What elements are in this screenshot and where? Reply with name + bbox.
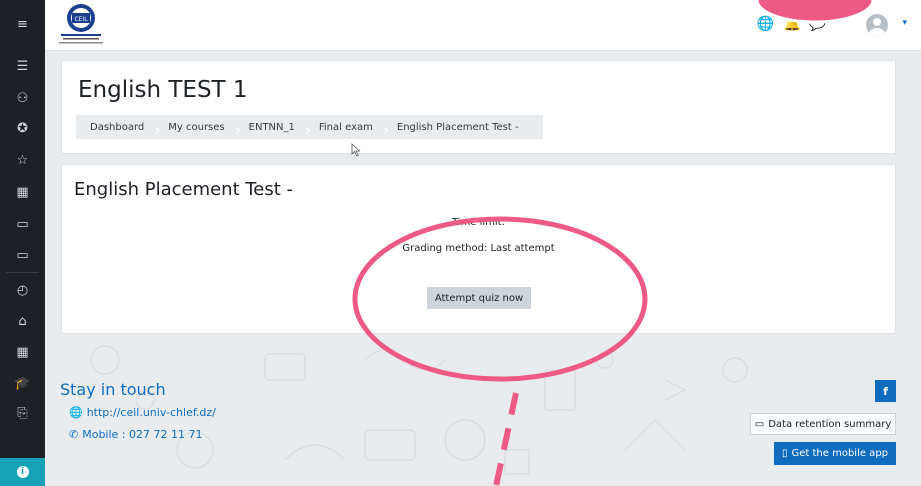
folder-icon-2[interactable]: ▭ [0,243,45,267]
private-files-icon[interactable]: ⎘ [0,401,45,425]
data-retention-label: Data retention summary [768,418,892,430]
breadcrumb-section[interactable]: Final exam [305,120,383,139]
course-index-icon[interactable]: ☰ [0,54,45,78]
footer-website[interactable]: 🌐 http://ceil.univ-chlef.dz/ [69,406,216,419]
left-drawer: ≡ ☰ ⚇ ✪ ☆ ▦ ▭ ▭ ◴ ⌂ ▦ 🎓 ⎘ i [0,0,45,486]
grades-icon[interactable]: ▦ [0,180,45,204]
user-avatar[interactable] [866,14,888,36]
get-mobile-app-button[interactable]: ▯ Get the mobile app [774,442,896,465]
mouse-cursor-icon [351,143,361,157]
stay-in-touch-heading: Stay in touch [60,380,166,399]
calendar-icon[interactable]: ▦ [0,340,45,364]
footer-mobile: ✆ Mobile : 027 72 11 71 [69,428,202,441]
top-navbar: CEIL 🌐 🔔 💬 ▾ [45,0,921,51]
breadcrumb: Dashboard My courses ENTNN_1 Final exam … [76,115,543,139]
messages-chat-icon[interactable]: 💬 [809,16,826,32]
quiz-time-limit: Time limit: [451,217,506,228]
folder-outline-icon: ▭ [754,418,765,430]
help-info-button[interactable]: i [0,458,45,486]
my-courses-icon[interactable]: 🎓 [0,371,45,395]
mobile-app-label: Get the mobile app [791,448,889,459]
page-title: English TEST 1 [78,77,248,103]
facebook-button[interactable]: f [875,380,896,402]
user-menu-chevron-icon[interactable]: ▾ [902,18,907,28]
breadcrumb-current[interactable]: English Placement Test - [383,120,529,139]
breadcrumb-course[interactable]: ENTNN_1 [235,120,305,139]
logo-text: CEIL [74,16,88,23]
menu-toggle-icon[interactable]: ≡ [0,12,45,36]
badges-icon[interactable]: ✪ [0,116,45,140]
quiz-card: English Placement Test - Time limit: Gra… [61,164,896,334]
page-header-card: English TEST 1 Dashboard My courses ENTN… [61,60,896,157]
quiz-grading-method: Grading method: Last attempt [402,243,555,254]
competencies-star-icon[interactable]: ☆ [0,148,45,172]
participants-icon[interactable]: ⚇ [0,86,45,110]
footer-website-link[interactable]: http://ceil.univ-chlef.dz/ [87,406,216,419]
notifications-bell-icon[interactable]: 🔔 [784,16,801,32]
dashboard-gauge-icon[interactable]: ◴ [0,278,45,302]
phone-icon: ✆ [69,428,79,441]
info-icon: i [16,466,29,478]
mobile-phone-icon: ▯ [781,448,788,459]
breadcrumb-dashboard[interactable]: Dashboard [76,122,154,133]
home-icon[interactable]: ⌂ [0,309,45,333]
drawer-divider [6,272,39,273]
breadcrumb-my-courses[interactable]: My courses [154,120,234,139]
data-retention-summary-link[interactable]: ▭ Data retention summary [750,413,896,435]
page-footer: Stay in touch 🌐 http://ceil.univ-chlef.dz… [45,340,921,486]
globe-icon: 🌐 [69,406,83,419]
language-globe-icon[interactable]: 🌐 [757,16,774,32]
footer-mobile-text: Mobile : 027 72 11 71 [82,428,203,441]
quiz-title: English Placement Test - [74,179,294,200]
attempt-quiz-button[interactable]: Attempt quiz now [427,287,531,309]
folder-icon[interactable]: ▭ [0,212,45,236]
ceil-logo[interactable]: CEIL [59,2,117,46]
